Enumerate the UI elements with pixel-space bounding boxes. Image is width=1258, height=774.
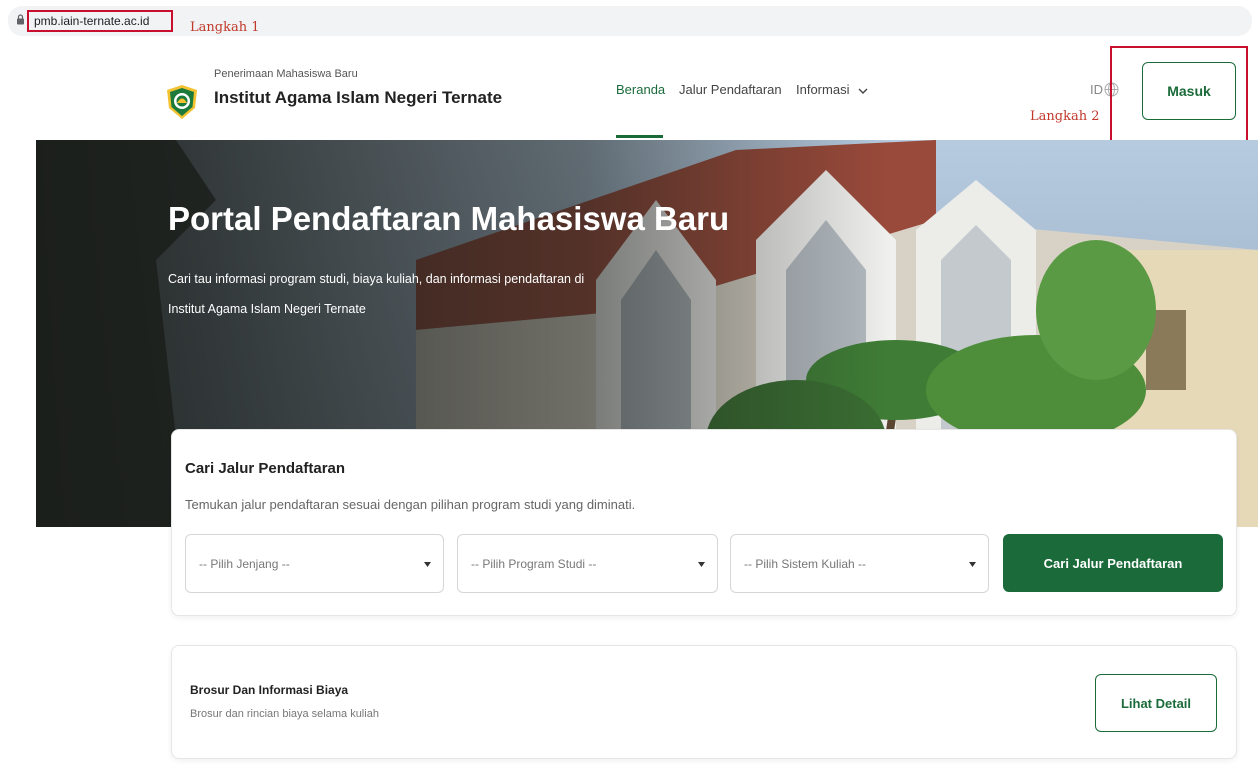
annotation-step-2: Langkah 2 xyxy=(1030,109,1100,124)
search-card-title: Cari Jalur Pendaftaran xyxy=(185,460,346,477)
select-jenjang[interactable]: -- Pilih Jenjang -- xyxy=(185,534,444,593)
hero-title: Portal Pendaftaran Mahasiswa Baru xyxy=(168,200,730,237)
iain-ternate-logo[interactable] xyxy=(164,84,200,120)
annotation-url-box xyxy=(27,10,173,32)
select-sistem-kuliah-value: -- Pilih Sistem Kuliah -- xyxy=(744,557,867,571)
site-header: Penerimaan Mahasiswa Baru Institut Agama… xyxy=(0,44,1258,140)
annotation-step-1: Langkah 1 xyxy=(190,20,260,35)
brand-subtitle: Penerimaan Mahasiswa Baru xyxy=(214,68,358,80)
lock-icon xyxy=(17,14,24,25)
nav-informasi[interactable]: Informasi xyxy=(796,82,849,97)
brochure-subtitle: Brosur dan rincian biaya selama kuliah xyxy=(190,708,379,720)
language-label[interactable]: ID xyxy=(1090,82,1103,97)
hero-description: Cari tau informasi program studi, biaya … xyxy=(168,264,688,324)
brochure-card: Brosur Dan Informasi Biaya Brosur dan ri… xyxy=(171,645,1237,759)
hero-description-line-1: Cari tau informasi program studi, biaya … xyxy=(168,272,585,286)
view-detail-button[interactable]: Lihat Detail xyxy=(1095,674,1217,732)
nav-beranda[interactable]: Beranda xyxy=(616,82,665,97)
caret-down-icon xyxy=(969,562,976,567)
select-program-studi[interactable]: -- Pilih Program Studi -- xyxy=(457,534,718,593)
select-jenjang-value: -- Pilih Jenjang -- xyxy=(199,557,290,571)
annotation-login-box xyxy=(1110,46,1248,146)
chevron-down-icon[interactable] xyxy=(858,88,868,95)
caret-down-icon xyxy=(424,562,431,567)
select-sistem-kuliah[interactable]: -- Pilih Sistem Kuliah -- xyxy=(730,534,989,593)
brand-title[interactable]: Institut Agama Islam Negeri Ternate xyxy=(214,88,502,108)
nav-jalur-pendaftaran[interactable]: Jalur Pendaftaran xyxy=(679,82,782,97)
nav-active-indicator xyxy=(616,135,663,138)
browser-address-bar: pmb.iain-ternate.ac.id xyxy=(0,0,1258,44)
caret-down-icon xyxy=(698,562,705,567)
select-program-studi-value: -- Pilih Program Studi -- xyxy=(471,557,597,571)
search-card-subtitle: Temukan jalur pendaftaran sesuai dengan … xyxy=(185,497,636,512)
search-registration-card: Cari Jalur Pendaftaran Temukan jalur pen… xyxy=(171,429,1237,616)
brochure-title: Brosur Dan Informasi Biaya xyxy=(190,683,349,697)
search-button[interactable]: Cari Jalur Pendaftaran xyxy=(1003,534,1223,592)
hero-description-line-2: Institut Agama Islam Negeri Ternate xyxy=(168,302,366,316)
